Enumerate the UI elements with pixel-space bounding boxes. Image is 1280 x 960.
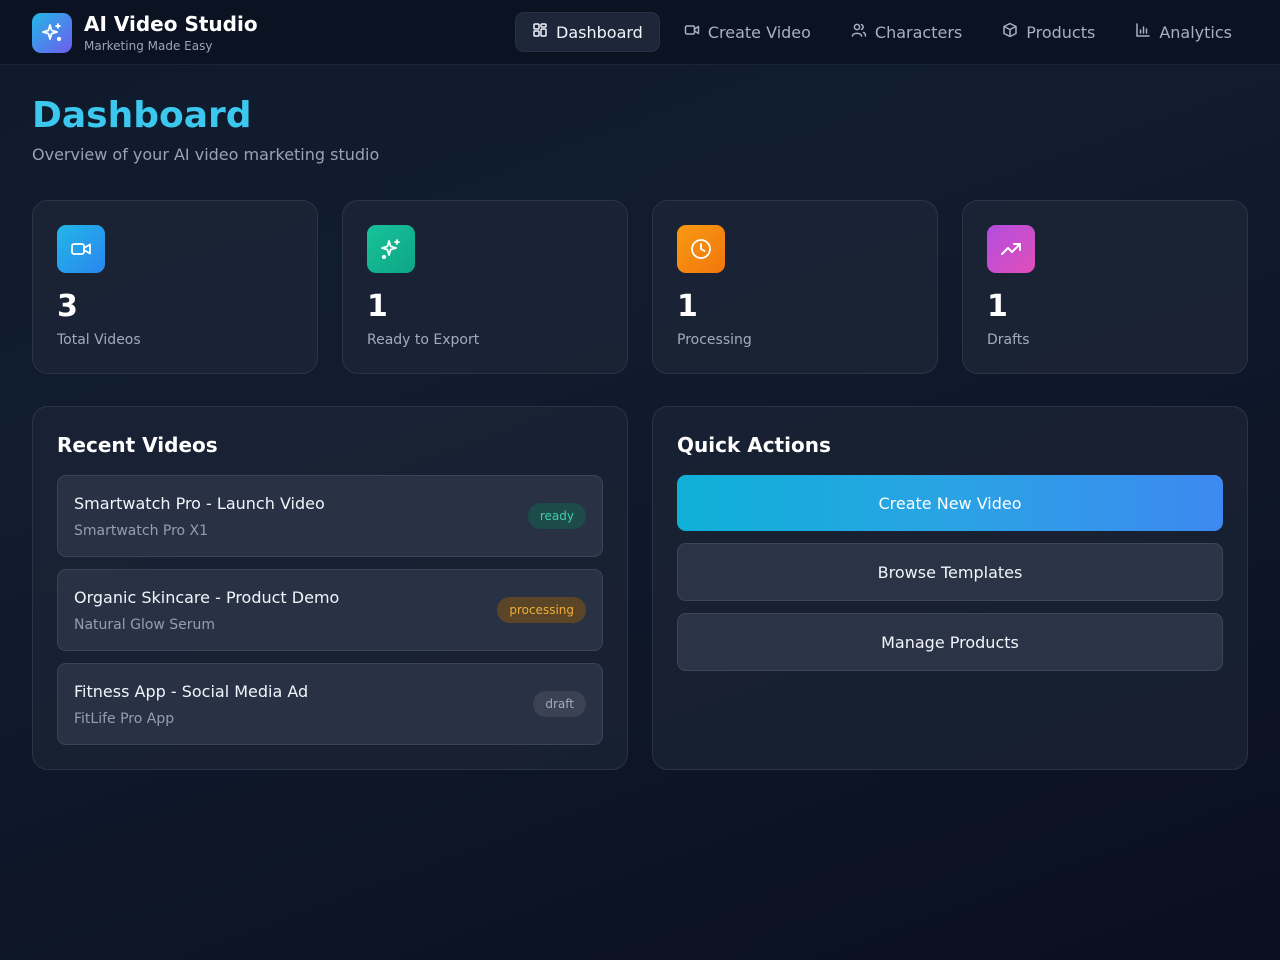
nav-label: Dashboard (556, 22, 643, 42)
video-product: Natural Glow Serum (74, 617, 216, 633)
app-subtitle: Marketing Made Easy (84, 39, 213, 53)
nav-item-create-video[interactable]: Create Video (668, 12, 827, 52)
stat-value: 1 (987, 289, 1008, 324)
nav-label: Characters (874, 22, 963, 42)
video-title: Fitness App - Social Media Ad (74, 682, 309, 701)
layout-grid-icon (532, 22, 556, 42)
page-title: Dashboard (32, 95, 252, 136)
nav-label: Create Video (707, 22, 811, 42)
stat-value: 1 (677, 289, 698, 324)
video-product: Smartwatch Pro X1 (74, 523, 209, 539)
main-nav: Dashboard Create Video Characters Produc… (515, 12, 1248, 52)
video-list-item[interactable]: Smartwatch Pro - Launch Video Smartwatch… (57, 475, 603, 557)
browse-templates-button[interactable]: Browse Templates (677, 543, 1223, 601)
clock-icon (677, 225, 725, 273)
brand[interactable]: AI Video Studio Marketing Made Easy (32, 12, 258, 54)
stat-card-processing: 1 Processing (652, 200, 938, 374)
nav-item-characters[interactable]: Characters (835, 12, 978, 52)
stat-label: Drafts (987, 332, 1030, 348)
panel-title: Quick Actions (677, 433, 831, 457)
sparkles-icon (367, 225, 415, 273)
nav-item-products[interactable]: Products (986, 12, 1111, 52)
status-badge: processing (497, 597, 586, 623)
page-subtitle: Overview of your AI video marketing stud… (32, 145, 380, 164)
video-camera-icon (57, 225, 105, 273)
stat-card-total-videos: 3 Total Videos (32, 200, 318, 374)
quick-actions-panel: Quick Actions Create New Video Browse Te… (652, 406, 1248, 770)
top-bar: AI Video Studio Marketing Made Easy Dash… (0, 0, 1280, 65)
status-badge: draft (533, 691, 586, 717)
video-title: Organic Skincare - Product Demo (74, 588, 340, 607)
stat-value: 1 (367, 289, 388, 324)
nav-item-dashboard[interactable]: Dashboard (515, 12, 660, 52)
trending-up-icon (987, 225, 1035, 273)
app-title: AI Video Studio (84, 12, 258, 36)
create-new-video-button[interactable]: Create New Video (677, 475, 1223, 531)
stat-label: Processing (677, 332, 752, 348)
manage-products-button[interactable]: Manage Products (677, 613, 1223, 671)
video-camera-icon (684, 22, 708, 42)
sparkles-icon (32, 13, 72, 53)
video-product: FitLife Pro App (74, 711, 175, 727)
video-list-item[interactable]: Fitness App - Social Media Ad FitLife Pr… (57, 663, 603, 745)
stat-card-drafts: 1 Drafts (962, 200, 1248, 374)
video-list-item[interactable]: Organic Skincare - Product Demo Natural … (57, 569, 603, 651)
package-icon (1002, 22, 1026, 42)
video-title: Smartwatch Pro - Launch Video (74, 494, 325, 513)
stat-card-ready-to-export: 1 Ready to Export (342, 200, 628, 374)
nav-item-analytics[interactable]: Analytics (1119, 12, 1248, 52)
nav-label: Analytics (1159, 22, 1232, 42)
stat-label: Total Videos (57, 332, 141, 348)
bar-chart-icon (1135, 22, 1159, 42)
stat-label: Ready to Export (367, 332, 480, 348)
stat-value: 3 (57, 289, 78, 324)
panel-title: Recent Videos (57, 433, 218, 457)
status-badge: ready (527, 503, 586, 529)
nav-label: Products (1026, 22, 1096, 42)
recent-videos-panel: Recent Videos Smartwatch Pro - Launch Vi… (32, 406, 628, 770)
users-icon (851, 22, 875, 42)
